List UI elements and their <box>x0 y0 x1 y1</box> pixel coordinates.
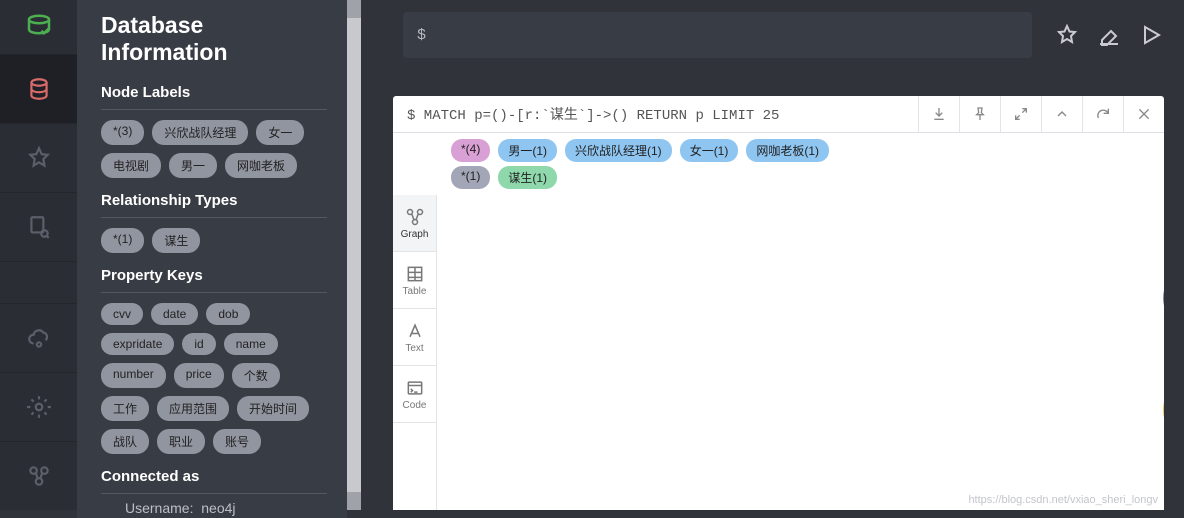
tag-item[interactable]: 战队 <box>101 429 149 454</box>
watermark: https://blog.csdn.net/vxiao_sheri_longv <box>968 494 1158 506</box>
graph-canvas[interactable]: 谋生 67 一叶之秋 https://blog.csdn.net/vxiao_s… <box>437 195 1164 510</box>
tag-item[interactable]: 工作 <box>101 396 149 421</box>
view-strip: Graph Table Text Code <box>393 195 437 510</box>
result-chip[interactable]: 男一(1) <box>498 139 557 162</box>
tag-item[interactable]: expridate <box>101 333 174 355</box>
top-bar: $ <box>361 0 1184 70</box>
view-code[interactable]: Code <box>393 366 436 423</box>
run-button[interactable] <box>1136 20 1166 50</box>
section-rel-types-heading: Relationship Types <box>77 182 347 217</box>
tag-item[interactable]: 男一 <box>169 153 217 178</box>
result-chip[interactable]: 兴欣战队经理(1) <box>565 139 672 162</box>
tag-item[interactable]: 应用范围 <box>157 396 229 421</box>
tag-item[interactable]: 女一 <box>256 120 304 145</box>
view-table[interactable]: Table <box>393 252 436 309</box>
prop-keys-tags: cvvdatedob expridate idname number price 个数工作… <box>77 293 347 458</box>
favorite-button[interactable] <box>1052 20 1082 50</box>
download-button[interactable] <box>918 96 959 132</box>
collapse-up-button[interactable] <box>1041 96 1082 132</box>
editor-prompt: $ <box>417 27 426 44</box>
tag-item[interactable]: 开始时间 <box>237 396 309 421</box>
close-result-button[interactable] <box>1123 96 1164 132</box>
main-region: $ $ MATCH p=()-[r:`谋生`]->() RETURN p LIM… <box>361 0 1184 510</box>
nav-database-info[interactable] <box>0 54 77 123</box>
graph-node-1[interactable]: 67 <box>1163 269 1164 327</box>
tag-item[interactable]: 电视剧 <box>101 153 161 178</box>
pin-button[interactable] <box>959 96 1000 132</box>
tag-item[interactable]: 谋生 <box>152 228 200 253</box>
graph-node-2[interactable]: 一叶之秋 <box>1163 381 1164 439</box>
node-labels-tags: *(3) 兴欣战队经理女一电视剧男一网咖老板 <box>77 110 347 182</box>
tag-item[interactable]: number <box>101 363 166 388</box>
section-node-labels-heading: Node Labels <box>77 74 347 109</box>
tag-item[interactable]: cvv <box>101 303 143 325</box>
result-chip[interactable]: *(1) <box>451 166 490 189</box>
tag-item[interactable]: 账号 <box>213 429 261 454</box>
nav-cloud[interactable] <box>0 303 77 372</box>
section-prop-keys-heading: Property Keys <box>77 257 347 292</box>
result-card: $ MATCH p=()-[r:`谋生`]->() RETURN p LIMIT… <box>393 96 1164 510</box>
result-chips-row2: *(1) 谋生(1) <box>393 166 1164 193</box>
section-connected-heading: Connected as <box>77 458 347 493</box>
tag-item[interactable]: 兴欣战队经理 <box>152 120 248 145</box>
connected-username: Username: neo4j <box>77 494 347 518</box>
sidebar-panel: Database Information Node Labels *(3) 兴欣战… <box>77 0 347 518</box>
sidebar-outer-scrollbar[interactable] <box>347 0 361 510</box>
tag-item[interactable]: dob <box>206 303 250 325</box>
tag-item[interactable]: 个数 <box>232 363 280 388</box>
rel-types-tags: *(1) 谋生 <box>77 218 347 257</box>
nav-about[interactable] <box>0 441 77 510</box>
expand-button[interactable] <box>1000 96 1041 132</box>
result-chip[interactable]: 谋生(1) <box>498 166 557 189</box>
result-chips-row1: *(4) 男一(1) 兴欣战队经理(1) 女一(1) 网咖老板(1) <box>393 133 1164 166</box>
result-query: $ MATCH p=()-[r:`谋生`]->() RETURN p LIMIT… <box>393 104 918 124</box>
tag-item[interactable]: date <box>151 303 198 325</box>
view-graph[interactable]: Graph <box>393 195 436 252</box>
view-text[interactable]: Text <box>393 309 436 366</box>
nav-favorites[interactable] <box>0 123 77 192</box>
app-logo <box>0 0 77 54</box>
nav-documents[interactable] <box>0 192 77 261</box>
tag-item[interactable]: 职业 <box>157 429 205 454</box>
tag-item[interactable]: *(1) <box>101 228 144 253</box>
result-chip[interactable]: 网咖老板(1) <box>746 139 829 162</box>
tag-item[interactable]: 网咖老板 <box>225 153 297 178</box>
result-header: $ MATCH p=()-[r:`谋生`]->() RETURN p LIMIT… <box>393 96 1164 133</box>
tag-item[interactable]: price <box>174 363 224 388</box>
nav-rail <box>0 0 77 510</box>
tag-item[interactable]: id <box>182 333 215 355</box>
erase-button[interactable] <box>1094 20 1124 50</box>
query-editor[interactable]: $ <box>403 12 1032 58</box>
result-chip[interactable]: *(4) <box>451 139 490 162</box>
tag-item[interactable]: *(3) <box>101 120 144 145</box>
tag-item[interactable]: name <box>224 333 278 355</box>
nav-settings[interactable] <box>0 372 77 441</box>
result-chip[interactable]: 女一(1) <box>680 139 739 162</box>
sidebar-title: Database Information <box>77 8 347 74</box>
refresh-button[interactable] <box>1082 96 1123 132</box>
